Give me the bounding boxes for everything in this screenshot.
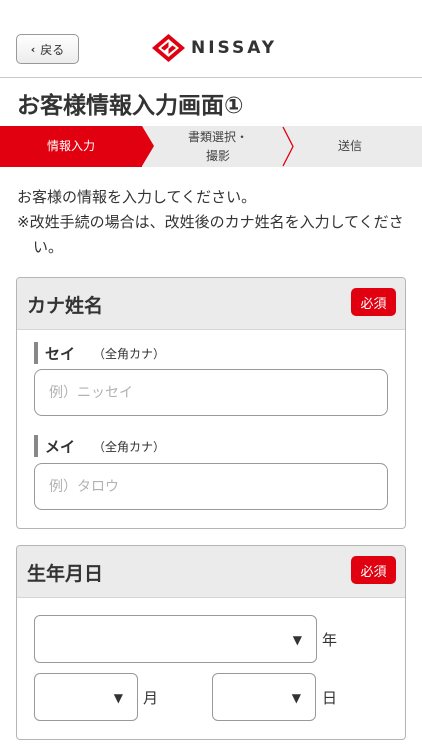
sei-sublabel: （全角カナ） <box>93 346 166 361</box>
sei-input[interactable] <box>34 369 388 416</box>
mei-label: メイ （全角カナ） <box>34 435 165 457</box>
label-bar <box>34 435 38 457</box>
month-select[interactable]: ▼ <box>34 673 138 721</box>
year-unit: 年 <box>322 631 338 649</box>
card-header: 生年月日 必須 <box>17 546 405 598</box>
month-unit: 月 <box>143 689 159 707</box>
app-header: ‹ 戻る NISSAY <box>0 0 422 78</box>
caret-down-icon: ▼ <box>291 691 301 705</box>
step-document-select: 書類選択・ 撮影 <box>162 126 274 167</box>
day-unit: 日 <box>322 689 338 707</box>
caret-down-icon: ▼ <box>292 633 302 647</box>
mei-input[interactable] <box>34 463 388 510</box>
back-button[interactable]: ‹ 戻る <box>16 34 79 64</box>
step-label: 送信 <box>337 139 362 153</box>
card-title: 生年月日 <box>27 563 104 585</box>
step-info-input: 情報入力 <box>0 126 142 167</box>
step-send: 送信 <box>294 126 406 167</box>
intro-note: ※改姓手続の場合は、改姓後のカナ姓名を入力してください。 <box>17 213 404 256</box>
brand-logo: NISSAY <box>152 34 277 62</box>
progress-steps: 情報入力 書類選択・ 撮影 送信 <box>0 126 422 167</box>
step-label-line2: 撮影 <box>205 148 230 163</box>
birthdate-card: 生年月日 必須 ▼ 年 ▼ 月 ▼ 日 <box>16 545 406 740</box>
year-select[interactable]: ▼ <box>34 615 317 663</box>
mei-sublabel: （全角カナ） <box>93 439 166 454</box>
page-title: お客様情報入力画面① <box>17 93 244 119</box>
mei-label-text: メイ <box>45 437 76 456</box>
required-badge: 必須 <box>351 556 396 584</box>
required-badge: 必須 <box>351 288 396 316</box>
nissay-logo-icon <box>152 34 185 62</box>
brand-name: NISSAY <box>191 38 278 58</box>
intro-line: お客様の情報を入力してください。 <box>17 188 257 206</box>
card-header: カナ姓名 必須 <box>17 278 405 330</box>
label-bar <box>34 342 38 364</box>
sei-label-text: セイ <box>45 344 76 363</box>
day-select[interactable]: ▼ <box>212 673 316 721</box>
step-label: 情報入力 <box>46 139 95 153</box>
chevron-left-icon: ‹ <box>30 42 36 56</box>
back-button-label: 戻る <box>40 42 65 57</box>
kana-name-card: カナ姓名 必須 セイ （全角カナ） メイ （全角カナ） <box>16 277 406 529</box>
step-arrow <box>142 126 154 166</box>
step-label-line1: 書類選択・ <box>187 129 248 144</box>
step-separator-icon <box>282 126 294 167</box>
caret-down-icon: ▼ <box>113 691 123 705</box>
intro-text: お客様の情報を入力してください。 ※改姓手続の場合は、改姓後のカナ姓名を入力して… <box>17 185 412 260</box>
sei-label: セイ （全角カナ） <box>34 342 165 364</box>
card-title: カナ姓名 <box>27 295 104 317</box>
